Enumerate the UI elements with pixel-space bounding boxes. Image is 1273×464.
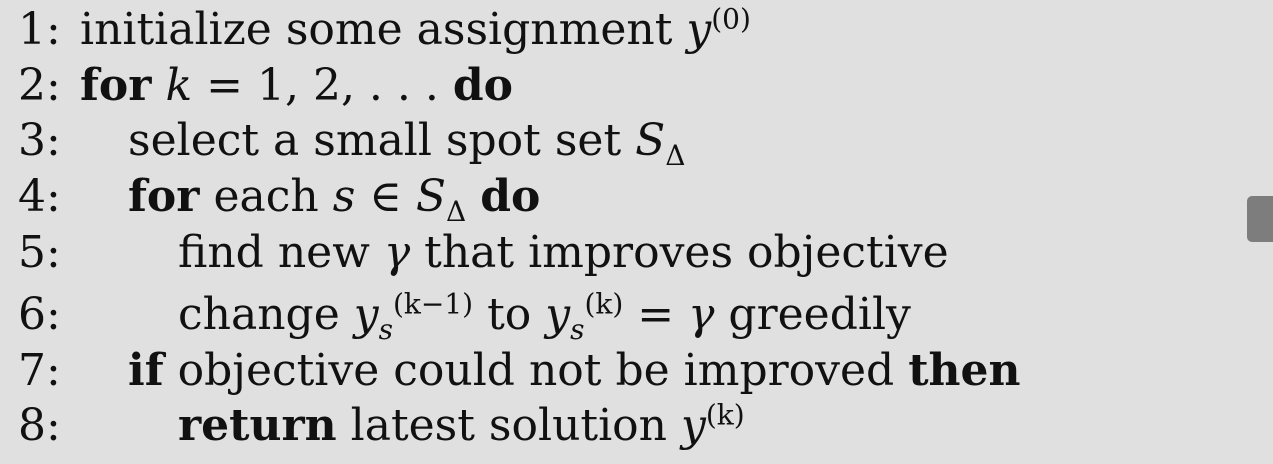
- text-fragment: = 1, 2, . . .: [192, 60, 453, 111]
- algorithm-line: 6: change ys(k−1) to ys(k) = γ greedily: [18, 287, 911, 343]
- text-fragment: k: [165, 60, 193, 111]
- line-text: if objective could not be improved then: [128, 345, 1021, 396]
- text-fragment: latest solution: [336, 400, 681, 451]
- superscript: (k): [705, 398, 745, 432]
- keyword: do: [452, 60, 513, 111]
- algorithm-listing: 1: initialize some assignment y(0) 2: for k…: [0, 0, 1273, 464]
- line-number: 3:: [18, 115, 61, 166]
- text-fragment: y: [353, 289, 379, 340]
- text-fragment: y: [680, 400, 706, 451]
- text-fragment: =: [623, 289, 689, 340]
- line-text: for k = 1, 2, . . . do: [80, 60, 513, 111]
- text-fragment: y: [686, 4, 712, 55]
- line-number: 4:: [18, 171, 61, 222]
- text-fragment: greedily: [714, 289, 911, 340]
- subscript: Δ: [665, 138, 686, 172]
- line-number: 5:: [18, 227, 61, 278]
- keyword: then: [908, 345, 1021, 396]
- line-number: 1:: [18, 4, 61, 55]
- algorithm-line: 1: initialize some assignment y(0): [18, 2, 751, 58]
- text-fragment: find new: [178, 227, 384, 278]
- line-text: for each s ∈ SΔ do: [128, 171, 541, 225]
- line-text: find new γ that improves objective: [178, 227, 949, 278]
- text-fragment: γ: [383, 227, 411, 278]
- line-number: 6:: [18, 289, 61, 340]
- keyword: for: [80, 60, 152, 111]
- keyword: if: [128, 345, 164, 396]
- line-number: 2:: [18, 60, 61, 111]
- line-number: 7:: [18, 345, 61, 396]
- text-fragment: S: [415, 171, 446, 222]
- text-fragment: s: [332, 171, 356, 222]
- algorithm-line: 3: select a small spot set SΔ: [18, 113, 686, 169]
- scrollbar-thumb[interactable]: [1247, 196, 1273, 242]
- algorithm-line: 7: if objective could not be improved the…: [18, 343, 1021, 399]
- algorithm-line: 5: find new γ that improves objective: [18, 225, 949, 281]
- superscript: (k): [584, 287, 624, 321]
- text-fragment: that improves objective: [410, 227, 949, 278]
- text-fragment: initialize some assignment: [80, 4, 687, 55]
- algorithm-line: 4: for each s ∈ SΔ do: [18, 169, 540, 225]
- text-fragment: change: [178, 289, 354, 340]
- line-text: change ys(k−1) to ys(k) = γ greedily: [178, 287, 911, 343]
- line-number: 8:: [18, 400, 61, 451]
- algorithm-line: 2: for k = 1, 2, . . . do: [18, 58, 513, 114]
- text-fragment: [151, 60, 165, 111]
- text-fragment: select a small spot set: [128, 115, 636, 166]
- text-fragment: S: [635, 115, 666, 166]
- superscript: (k−1): [392, 287, 474, 321]
- subscript: Δ: [446, 194, 467, 228]
- line-text: return latest solution y(k): [178, 400, 745, 451]
- line-text: initialize some assignment y(0): [80, 4, 751, 55]
- line-text: select a small spot set SΔ: [128, 115, 686, 169]
- text-fragment: objective could not be improved: [163, 345, 909, 396]
- keyword: return: [178, 400, 337, 451]
- subscript: s: [378, 312, 393, 346]
- subscript: s: [570, 312, 585, 346]
- superscript: (0): [711, 2, 751, 36]
- text-fragment: y: [545, 289, 571, 340]
- text-fragment: γ: [688, 289, 715, 340]
- keyword: do: [480, 171, 541, 222]
- text-fragment: ∈: [355, 171, 416, 222]
- algorithm-line: 8: return latest solution y(k): [18, 398, 745, 454]
- keyword: for: [128, 171, 200, 222]
- text-fragment: to: [473, 289, 546, 340]
- text-fragment: [466, 171, 480, 222]
- text-fragment: each: [199, 171, 333, 222]
